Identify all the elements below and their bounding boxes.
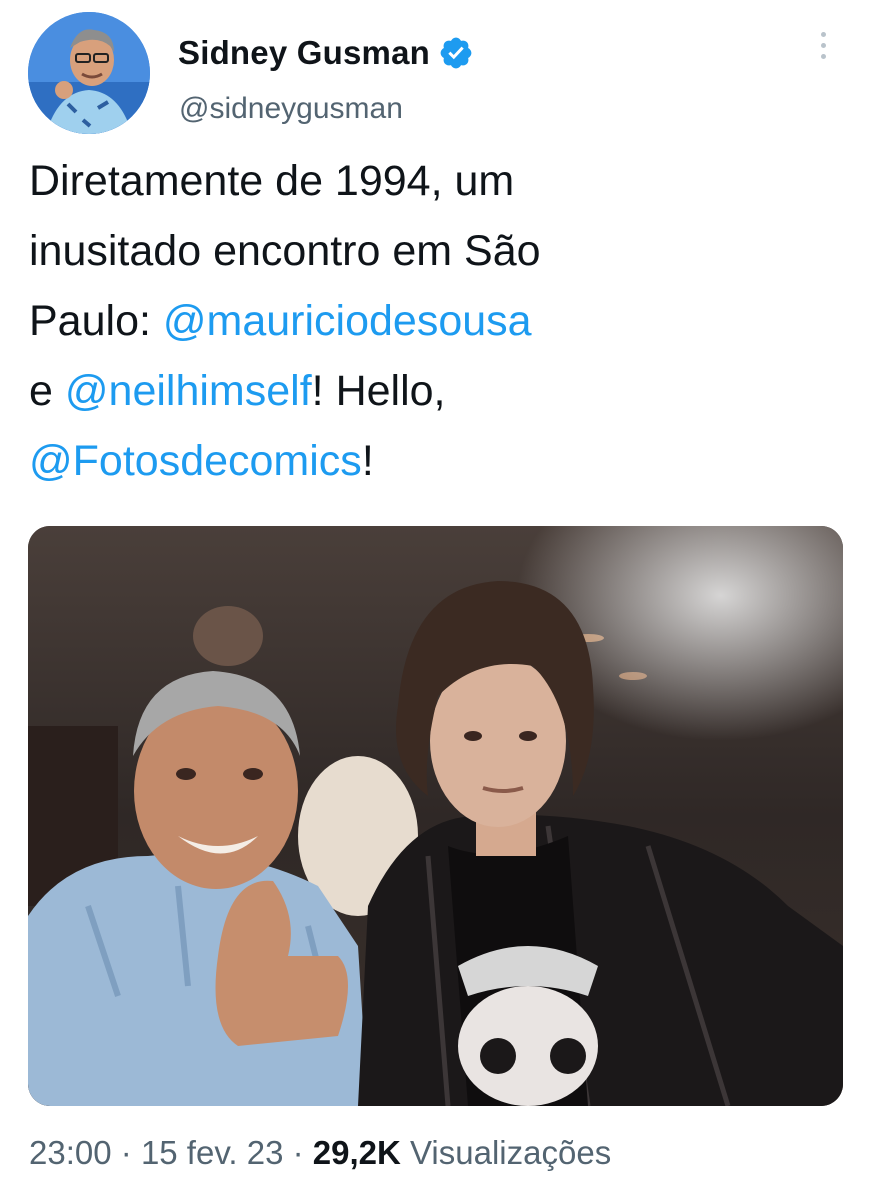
author-display-name[interactable]: Sidney Gusman — [178, 34, 430, 72]
author-handle[interactable]: @sidneygusman — [179, 92, 403, 126]
author-name-line[interactable]: Sidney Gusman — [178, 34, 474, 72]
tweet-text: Diretamente de 1994, um inusitado encont… — [29, 146, 829, 496]
avatar[interactable] — [28, 12, 150, 134]
mention-link[interactable]: @neilhimself — [65, 367, 312, 415]
tweet-photo[interactable] — [28, 526, 843, 1106]
tweet-text-fragment: e — [29, 367, 65, 415]
tweet-time[interactable]: 23:00 — [29, 1134, 112, 1171]
views-count[interactable]: 29,2K — [313, 1134, 401, 1171]
verified-badge-icon — [440, 37, 472, 69]
tweet-header: Sidney Gusman @sidneygusman — [28, 12, 848, 137]
mention-link[interactable]: @mauriciodesousa — [163, 297, 532, 345]
tweet-metadata: 23:00 · 15 fev. 23 · 29,2K Visualizações — [29, 1134, 611, 1172]
tweet-text-fragment: ! — [361, 437, 374, 485]
meta-separator: · — [292, 1134, 304, 1171]
meta-separator: · — [120, 1134, 132, 1171]
tweet-text-line: Diretamente de 1994, um — [29, 157, 515, 205]
tweet-text-fragment: Paulo: — [29, 297, 163, 345]
tweet-date[interactable]: 15 fev. 23 — [141, 1134, 284, 1171]
tweet-text-fragment: ! Hello, — [311, 367, 446, 415]
more-vertical-icon[interactable] — [813, 32, 833, 72]
mention-link[interactable]: @Fotosdecomics — [29, 437, 362, 485]
views-label: Visualizações — [410, 1134, 612, 1171]
tweet-text-line: inusitado encontro em São — [29, 227, 541, 275]
